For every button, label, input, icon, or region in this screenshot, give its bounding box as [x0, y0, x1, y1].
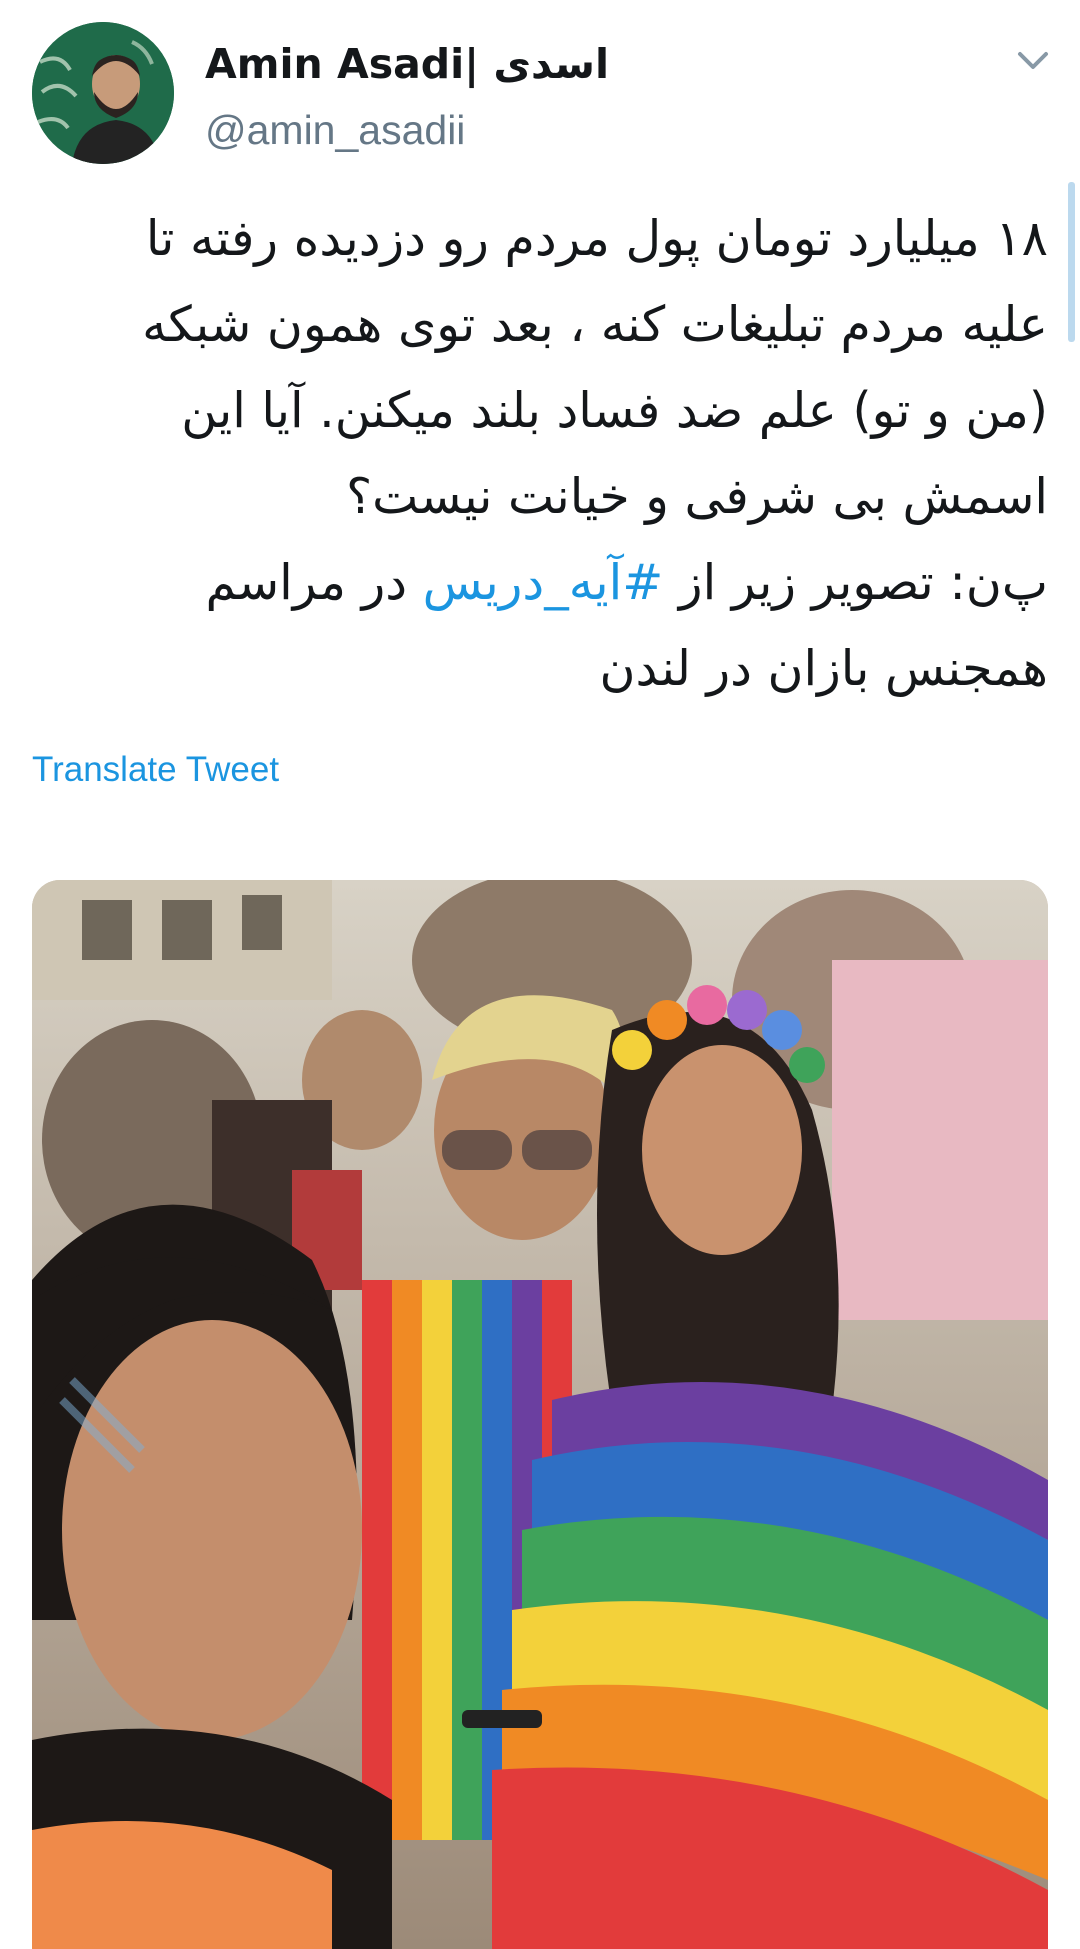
note-prefix: پ‌ن: تصویر زیر از — [678, 554, 1048, 611]
hashtag-link[interactable]: #آیه_دریس — [423, 554, 664, 611]
tweet-text-line: علیه مردم تبلیغات کنه ، بعد توی همون شبک… — [142, 296, 1048, 353]
thread-marker — [1068, 182, 1075, 342]
tweet-note-line: پ‌ن: تصویر زیر از #آیه_دریس در مراسم — [70, 540, 1048, 626]
note-suffix: در مراسم — [205, 554, 408, 611]
rainbow-flag — [492, 1382, 1048, 1949]
tweet-text-line: همجنس بازان در لندن — [599, 640, 1048, 697]
author-handle[interactable]: @amin_asadii — [205, 102, 465, 158]
photo-media-icon — [32, 880, 1048, 1949]
chevron-down-icon — [1018, 52, 1048, 69]
tweet-text-line: (من و تو) علم ضد فساد بلند میکنن. آیا ای… — [181, 382, 1048, 439]
author-avatar[interactable] — [32, 22, 174, 164]
author-display-name[interactable]: Amin Asadi| اسدی — [205, 34, 609, 94]
tweet-photo[interactable] — [32, 880, 1048, 1949]
tweet-text-line: ۱۸ میلیارد تومان پول مردم رو دزدیده رفته… — [145, 210, 1048, 267]
translate-tweet-link[interactable]: Translate Tweet — [32, 744, 279, 796]
tweet-text-line: اسمش بی شرفی و خیانت نیست؟ — [346, 468, 1048, 525]
tweet-text: ۱۸ میلیارد تومان پول مردم رو دزدیده رفته… — [70, 196, 1048, 712]
avatar-photo-icon — [32, 22, 174, 164]
tweet-menu-button[interactable] — [1010, 42, 1056, 78]
